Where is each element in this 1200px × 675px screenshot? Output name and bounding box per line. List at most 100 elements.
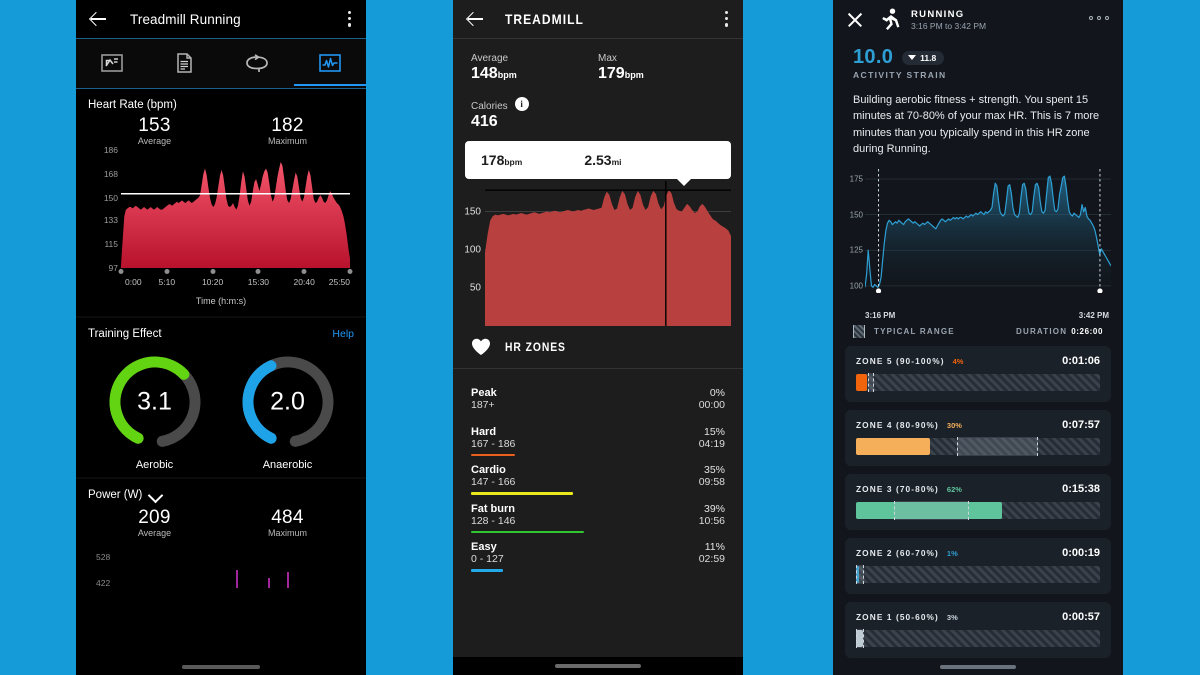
tab-charts[interactable] [294, 39, 367, 86]
power-bar [268, 578, 270, 588]
help-link[interactable]: Help [332, 328, 354, 340]
hr-zone-name: Cardio [471, 464, 506, 477]
whoop-zone-typical-marker [856, 629, 865, 649]
nav-home-pill[interactable] [555, 664, 641, 668]
hr-zone-percent: 11% [704, 541, 725, 554]
hr-zone-row[interactable]: Easy 11% 0 - 127 02:59 [471, 533, 725, 572]
hr-zone-row[interactable]: Peak 0% 187+ 00:00 [471, 379, 725, 418]
tab-laps[interactable] [221, 39, 294, 86]
whoop-zone-header: ZONE 5 (90-100%) 4% 0:01:06 [856, 355, 1100, 367]
whoop-zone-name: ZONE 4 (80-90%) [856, 420, 939, 431]
hr-ytick: 168 [103, 168, 118, 179]
hr-zone-row[interactable]: Fat burn 39% 128 - 146 10:56 [471, 495, 725, 534]
whoop-chart-start-label: 3:16 PM [865, 311, 896, 321]
fitbit-chart-plot [485, 181, 731, 326]
whoop-hr-chart[interactable]: 175 150 125 100 3:16 PM 3:42 PM [841, 169, 1115, 321]
hr-chart-plot [121, 150, 350, 268]
whoop-zone-name: ZONE 1 (50-60%) [856, 612, 939, 623]
chevron-down-icon[interactable] [149, 489, 161, 501]
three-circles-icon[interactable] [1089, 16, 1109, 20]
info-icon[interactable]: i [514, 97, 529, 111]
tab-details[interactable] [149, 39, 222, 86]
power-ytick-1: 422 [96, 578, 111, 588]
stat-average-label: Average [471, 53, 509, 64]
stat-max-unit: bpm [624, 70, 644, 80]
hr-zone-range: 128 - 146 [471, 514, 516, 527]
whoop-chart-plot [864, 169, 1112, 294]
whoop-zone-card[interactable]: ZONE 2 (60-70%) 1% 0:00:19 [845, 538, 1111, 595]
hr-xtick-label: 20:40 [293, 277, 315, 287]
training-effect-gauges: 3.1 Aerobic 2.0 Anaerobic [88, 344, 354, 473]
power-maximum-value: 484 [271, 507, 304, 528]
nav-home-pill[interactable] [940, 665, 1016, 669]
hr-xtick-dot [347, 269, 353, 274]
aerobic-gauge-label: Aerobic [135, 459, 174, 471]
activity-name: RUNNING [911, 9, 965, 20]
hr-zone-row[interactable]: Cardio 35% 147 - 166 09:58 [471, 456, 725, 495]
whoop-zone-list: ZONE 5 (90-100%) 4% 0:01:06 ZONE 4 (80-90%)… [833, 338, 1123, 659]
details-document-icon [177, 52, 192, 73]
close-icon[interactable] [847, 12, 863, 28]
fitbit-ytick: 150 [464, 206, 481, 218]
hr-zone-mid: 187+ 00:00 [471, 399, 725, 411]
hr-xtick-label: 0:00 [125, 277, 142, 287]
back-icon[interactable] [465, 9, 485, 29]
nav-home-pill[interactable] [182, 665, 260, 669]
whoop-zone-time: 0:15:38 [1062, 483, 1100, 496]
whoop-ytick: 150 [849, 210, 863, 220]
whoop-zone-card[interactable]: ZONE 1 (50-60%) 3% 0:00:57 [845, 602, 1111, 659]
tab-map[interactable] [76, 39, 149, 86]
fitbit-summary-stats: Average 148bpm Max 179bpm Calories i 416 [453, 39, 743, 139]
heart-rate-card: Heart Rate (bpm) 153 Average 182 Maximum… [76, 89, 366, 318]
fitbit-chart-y-axis: 50 100 150 [453, 181, 481, 326]
whoop-zone-time: 0:00:19 [1062, 547, 1100, 560]
whoop-zone-percent: 30% [946, 421, 962, 431]
whoop-zone-card[interactable]: ZONE 4 (80-90%) 30% 0:07:57 [845, 410, 1111, 467]
stat-average-value: 148bpm [471, 65, 598, 83]
hr-zone-range: 0 - 127 [471, 553, 504, 566]
charts-pulse-icon [318, 53, 341, 72]
hr-ytick: 186 [103, 145, 118, 155]
whoop-ytick: 100 [849, 281, 863, 291]
hr-zone-name: Easy [471, 541, 497, 554]
hr-zone-time: 00:00 [698, 399, 725, 411]
laps-loop-icon [246, 53, 269, 72]
whoop-app-bar: RUNNING 3:16 PM to 3:42 PM [833, 0, 1123, 40]
back-icon[interactable] [88, 9, 108, 29]
stat-calories-label: Calories [471, 101, 508, 112]
hr-zone-percent: 35% [703, 464, 725, 477]
power-chart[interactable]: 528 422 [88, 540, 354, 592]
whoop-zone-card[interactable]: ZONE 5 (90-100%) 4% 0:01:06 [845, 346, 1111, 403]
triangle-down-icon [908, 55, 917, 60]
fitbit-app-panel: TREADMILL Average 148bpm Max 179bpm Calo… [453, 0, 743, 675]
fitbit-hr-chart[interactable]: 50 100 150 [453, 181, 743, 326]
heart-rate-chart[interactable]: 186 168 150 133 115 97 [88, 145, 354, 273]
hr-average: 153 Average [88, 115, 221, 146]
whoop-zone-header: ZONE 3 (70-80%) 62% 0:15:38 [856, 483, 1100, 495]
hr-xtick-label: 25:50 [328, 277, 350, 287]
whoop-zone-typical-marker [957, 437, 1038, 457]
whoop-zone-card[interactable]: ZONE 3 (70-80%) 62% 0:15:38 [845, 474, 1111, 531]
hr-zone-range: 147 - 166 [471, 476, 516, 489]
power-bar [287, 572, 289, 588]
hr-zone-row[interactable]: Hard 15% 167 - 186 04:19 [471, 418, 725, 457]
hr-zone-top: Fat burn 39% [471, 503, 725, 515]
hr-ytick: 115 [104, 239, 118, 250]
hr-xtick-dot [118, 269, 124, 274]
whoop-zone-track [856, 373, 1100, 393]
duration-block: DURATION 0:26:00 [1016, 327, 1103, 336]
kebab-menu-icon[interactable] [348, 11, 352, 30]
whoop-zone-typical-marker [893, 501, 970, 521]
fitbit-ytick: 100 [464, 244, 481, 256]
fitbit-app-bar: TREADMILL [453, 0, 743, 38]
hr-zone-percent: 39% [703, 502, 725, 515]
strain-row: 10.0 11.8 [833, 40, 1123, 69]
hr-zone-top: Peak 0% [471, 387, 725, 399]
anaerobic-gauge-label: Anaerobic [262, 459, 313, 471]
whoop-zone-name: ZONE 5 (90-100%) [856, 356, 945, 367]
hr-zone-name: Peak [471, 387, 497, 399]
stat-calories-label-row: Calories i [471, 97, 725, 112]
kebab-menu-icon[interactable] [725, 11, 729, 30]
power-header[interactable]: Power (W) [88, 489, 354, 501]
tooltip-distance-unit: mi [611, 157, 622, 167]
